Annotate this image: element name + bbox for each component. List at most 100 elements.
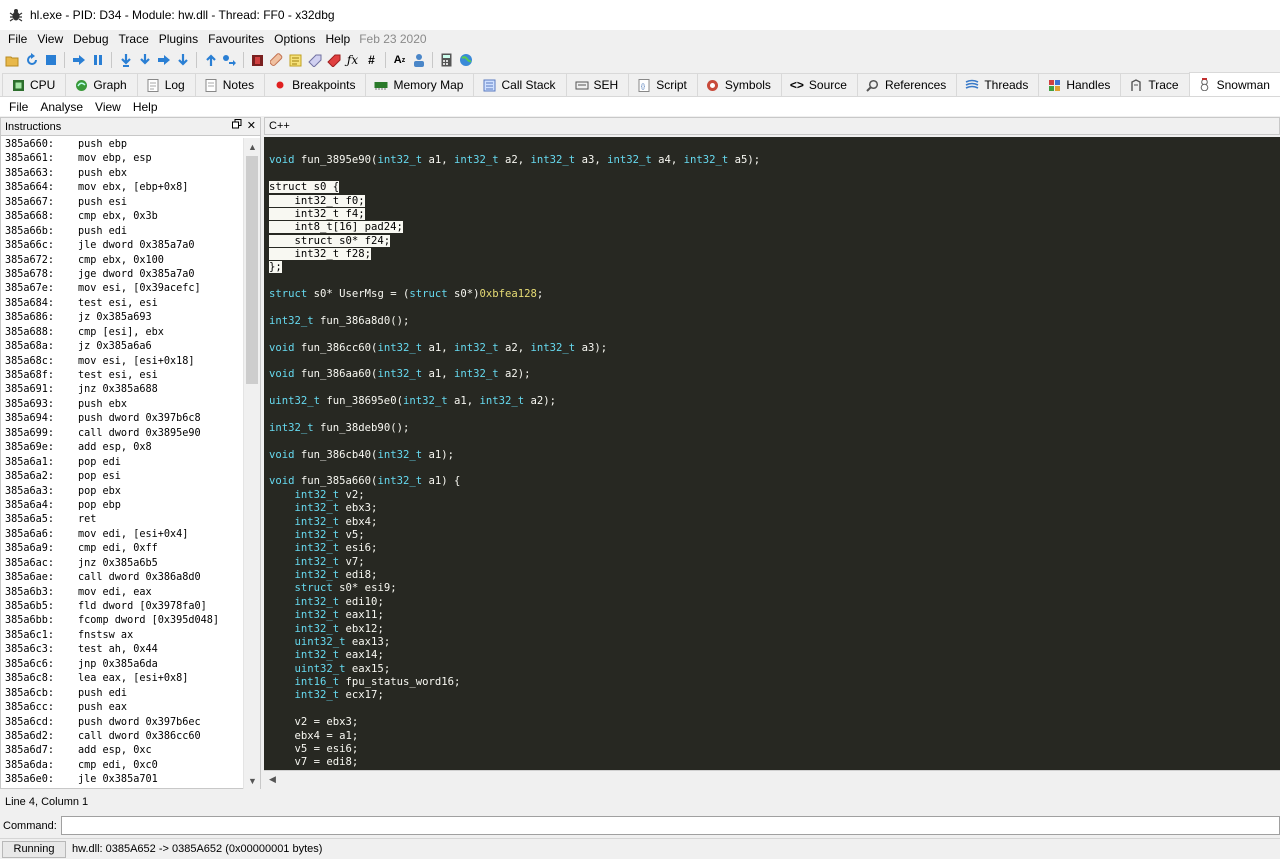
instruction-row[interactable]: 385a6a3: pop ebx [1,485,244,499]
scroll-left-icon[interactable]: ◀ [264,771,281,788]
instruction-row[interactable]: 385a686: jz 0x385a693 [1,311,244,325]
instruction-row[interactable]: 385a6ac: jnz 0x385a6b5 [1,557,244,571]
restart-icon[interactable] [23,52,40,69]
instruction-row[interactable]: 385a6d7: add esp, 0xc [1,744,244,758]
menu-file[interactable]: File [3,32,32,46]
instruction-row[interactable]: 385a688: cmp [esi], ebx [1,326,244,340]
tab-handles[interactable]: Handles [1038,73,1122,96]
bookmarks-icon[interactable] [325,52,342,69]
instruction-row[interactable]: 385a664: mov ebx, [ebp+0x8] [1,181,244,195]
instruction-row[interactable]: 385a69e: add esp, 0x8 [1,441,244,455]
log-user-icon[interactable] [410,52,427,69]
instruction-row[interactable]: 385a66c: jle dword 0x385a7a0 [1,239,244,253]
instructions-scrollbar[interactable]: ▲ ▼ [243,138,260,789]
scroll-down-icon[interactable]: ▼ [244,772,261,789]
instruction-row[interactable]: 385a6b3: mov edi, eax [1,586,244,600]
tab-trace[interactable]: Trace [1120,73,1190,96]
tab-source[interactable]: <> Source [780,73,858,96]
labels-icon[interactable] [306,52,323,69]
instruction-row[interactable]: 385a678: jge dword 0x385a7a0 [1,268,244,282]
instruction-row[interactable]: 385a663: push ebx [1,167,244,181]
trace-into-icon[interactable] [155,52,172,69]
step-into-icon[interactable] [117,52,134,69]
instruction-row[interactable]: 385a6a5: ret [1,513,244,527]
instruction-row[interactable]: 385a66b: push edi [1,225,244,239]
instruction-row[interactable]: 385a667: push esi [1,196,244,210]
code-horizontal-scrollbar[interactable]: ◀ [264,770,1280,787]
globe-icon[interactable] [457,52,474,69]
instruction-row[interactable]: 385a684: test esi, esi [1,297,244,311]
instruction-row[interactable]: 385a68a: jz 0x385a6a6 [1,340,244,354]
instruction-row[interactable]: 385a68c: mov esi, [esi+0x18] [1,355,244,369]
instruction-row[interactable]: 385a668: cmp ebx, 0x3b [1,210,244,224]
snowman-menu-file[interactable]: File [3,100,34,114]
instructions-list[interactable]: 385a660: push ebp 385a661: mov ebp, esp 385a… [1,138,244,789]
instruction-row[interactable]: 385a691: jnz 0x385a688 [1,383,244,397]
instruction-row[interactable]: 385a6e0: jle 0x385a701 [1,773,244,787]
tab-log[interactable]: Log [136,73,196,96]
menu-favourites[interactable]: Favourites [203,32,269,46]
calculator-icon[interactable] [438,52,455,69]
instruction-row[interactable]: 385a6a2: pop esi [1,470,244,484]
instruction-row[interactable]: 385a6a9: cmp edi, 0xff [1,542,244,556]
instruction-row[interactable]: 385a6c8: lea eax, [esi+0x8] [1,672,244,686]
instruction-row[interactable]: 385a6a6: mov edi, [esi+0x4] [1,528,244,542]
run-icon[interactable] [70,52,87,69]
run-to-user-code-icon[interactable] [221,52,238,69]
instruction-row[interactable]: 385a6ae: call dword 0x386a8d0 [1,571,244,585]
instruction-row[interactable]: 385a6c1: fnstsw ax [1,629,244,643]
menu-options[interactable]: Options [269,32,320,46]
open-icon[interactable] [4,52,21,69]
snowman-menu-analyse[interactable]: Analyse [34,100,89,114]
stop-icon[interactable] [42,52,59,69]
instruction-row[interactable]: 385a672: cmp ebx, 0x100 [1,254,244,268]
scrollbar-thumb[interactable] [246,156,258,384]
instruction-row[interactable]: 385a6bb: fcomp dword [0x395d048] [1,614,244,628]
step-over-icon[interactable] [136,52,153,69]
instruction-row[interactable]: 385a661: mov ebp, esp [1,152,244,166]
instruction-row[interactable]: 385a6b5: fld dword [0x3978fa0] [1,600,244,614]
instruction-row[interactable]: 385a67e: mov esi, [0x39acefc] [1,282,244,296]
float-icon[interactable] [231,119,242,132]
patch-icon[interactable] [268,52,285,69]
strings-icon[interactable]: Az [391,52,408,69]
menu-debug[interactable]: Debug [68,32,113,46]
tab-references[interactable]: References [856,73,958,96]
tab-graph[interactable]: Graph [65,73,138,96]
trace-over-icon[interactable] [174,52,191,69]
tab-cpu[interactable]: CPU [2,73,67,96]
tab-seh[interactable]: SEH [565,73,630,96]
cpp-code-editor[interactable]: void fun_3895e90(int32_t a1, int32_t a2,… [264,137,1280,770]
menu-view[interactable]: View [32,32,68,46]
snowman-menu-view[interactable]: View [89,100,127,114]
functions-icon[interactable]: ƒx [344,52,361,69]
tab-breakpoints[interactable]: Breakpoints [264,73,367,96]
command-input[interactable] [60,816,1280,835]
tab-memory-map[interactable]: Memory Map [365,73,475,96]
menu-trace[interactable]: Trace [114,32,154,46]
tab-script[interactable]: {} Script [628,73,698,96]
instruction-row[interactable]: 385a6d2: call dword 0x386cc60 [1,730,244,744]
instruction-row[interactable]: 385a660: push ebp [1,138,244,152]
tab-call-stack[interactable]: Call Stack [473,73,567,96]
scylla-icon[interactable] [249,52,266,69]
tab-snowman[interactable]: Snowman [1188,72,1280,96]
instruction-row[interactable]: 385a6a1: pop edi [1,456,244,470]
tab-notes[interactable]: Notes [194,73,266,96]
close-icon[interactable]: ✕ [247,119,256,132]
tab-symbols[interactable]: Symbols [696,73,782,96]
execute-till-return-icon[interactable] [202,52,219,69]
menu-plugins[interactable]: Plugins [154,32,203,46]
instruction-row[interactable]: 385a699: call dword 0x3895e90 [1,427,244,441]
instruction-row[interactable]: 385a6c6: jnp 0x385a6da [1,658,244,672]
instruction-row[interactable]: 385a6c3: test ah, 0x44 [1,643,244,657]
instruction-row[interactable]: 385a693: push ebx [1,398,244,412]
instruction-row[interactable]: 385a6cd: push dword 0x397b6ec [1,716,244,730]
instruction-row[interactable]: 385a6a4: pop ebp [1,499,244,513]
instruction-row[interactable]: 385a6da: cmp edi, 0xc0 [1,759,244,773]
comments-icon[interactable] [287,52,304,69]
instruction-row[interactable]: 385a6cb: push edi [1,687,244,701]
instruction-row[interactable]: 385a694: push dword 0x397b6c8 [1,412,244,426]
scroll-up-icon[interactable]: ▲ [244,138,261,155]
variables-icon[interactable]: # [363,52,380,69]
